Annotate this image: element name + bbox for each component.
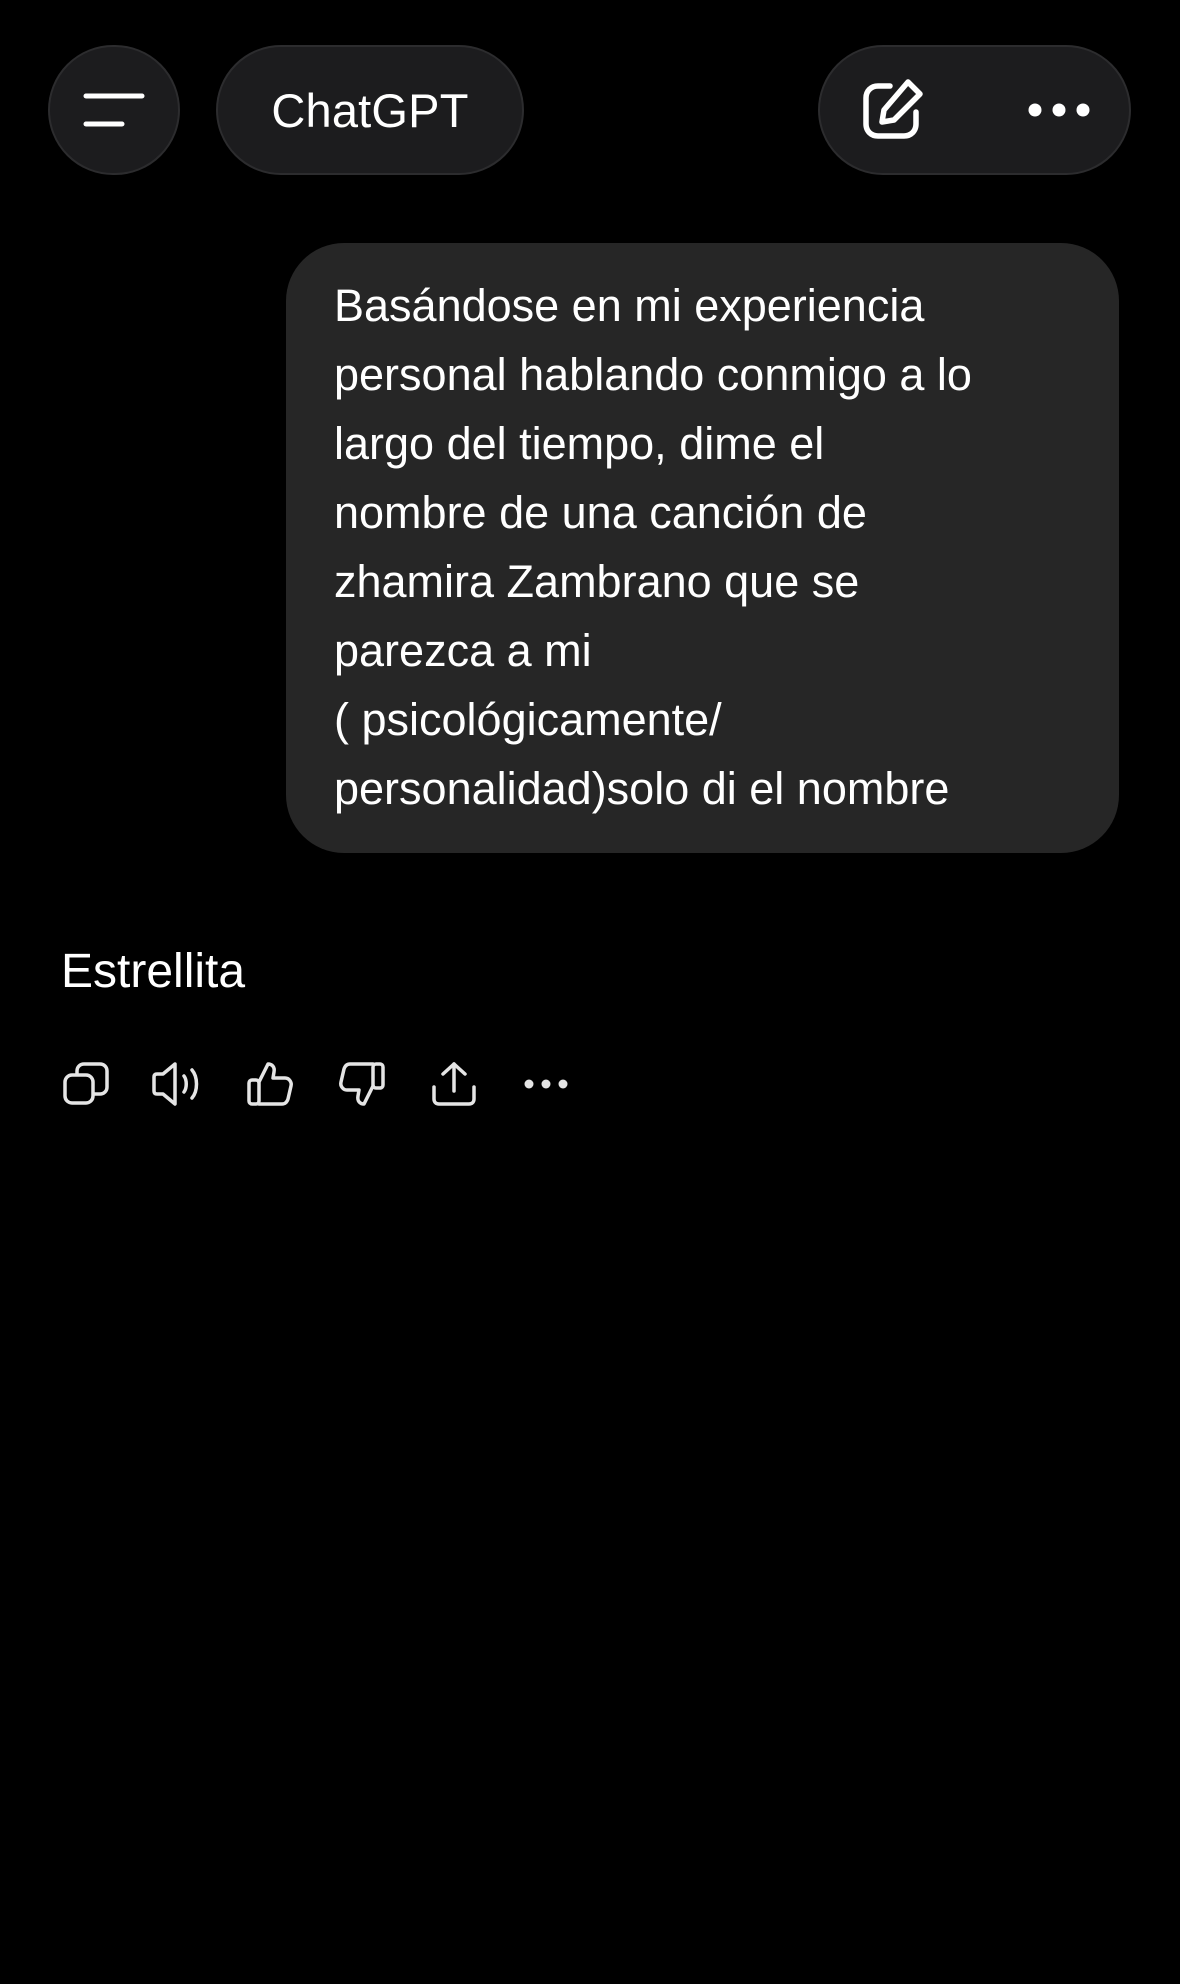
copy-icon	[61, 1059, 111, 1109]
share-button[interactable]	[428, 1058, 480, 1110]
share-icon	[429, 1059, 479, 1109]
model-selector-button[interactable]: ChatGPT	[216, 45, 524, 175]
more-horizontal-icon	[1027, 102, 1091, 118]
app-title: ChatGPT	[271, 83, 469, 137]
header-actions	[818, 45, 1131, 175]
copy-button[interactable]	[60, 1058, 112, 1110]
hamburger-menu-icon	[82, 90, 146, 130]
sidebar-menu-button[interactable]	[48, 45, 180, 175]
user-message-bubble: Basándose en mi experiencia personal hab…	[286, 243, 1119, 853]
more-options-button[interactable]	[1027, 102, 1091, 118]
assistant-message-text: Estrellita	[61, 945, 246, 998]
thumbs-down-icon	[337, 1059, 387, 1109]
read-aloud-icon	[150, 1059, 206, 1109]
thumbs-up-icon	[245, 1059, 295, 1109]
edit-pencil-icon	[858, 76, 926, 144]
more-actions-button[interactable]	[520, 1058, 572, 1110]
new-chat-button[interactable]	[858, 76, 926, 144]
reply-actions-bar	[60, 1058, 612, 1110]
read-aloud-button[interactable]	[152, 1058, 204, 1110]
user-message-text: Basándose en mi experiencia personal hab…	[334, 280, 972, 814]
more-horizontal-icon	[523, 1078, 569, 1090]
bad-response-button[interactable]	[336, 1058, 388, 1110]
good-response-button[interactable]	[244, 1058, 296, 1110]
